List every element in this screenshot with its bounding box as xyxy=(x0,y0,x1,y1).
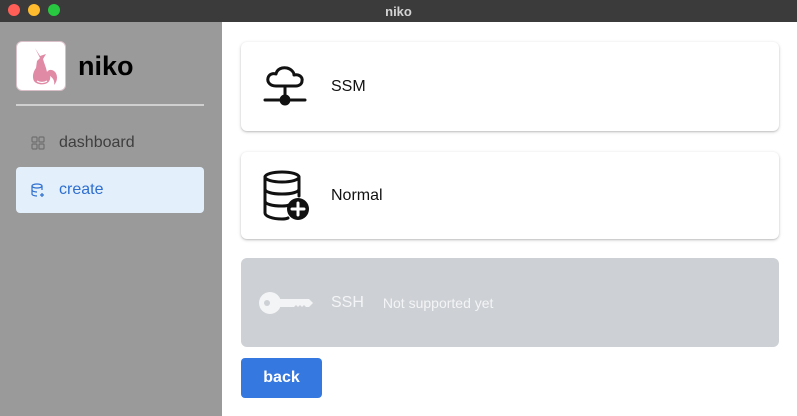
cloud-network-icon xyxy=(259,59,315,115)
grid-icon xyxy=(30,135,46,151)
minimize-window-button[interactable] xyxy=(28,4,40,16)
fox-logo-icon xyxy=(16,41,66,91)
option-card-normal[interactable]: Normal xyxy=(241,152,779,239)
brand-name: niko xyxy=(78,50,134,81)
option-card-ssh: SSH Not supported yet xyxy=(241,258,779,347)
sidebar-item-label: create xyxy=(59,181,104,198)
brand: niko xyxy=(16,41,134,91)
database-plus-icon xyxy=(259,168,315,224)
window-controls xyxy=(8,4,60,16)
key-icon xyxy=(259,275,315,331)
sidebar-item-dashboard[interactable]: dashboard xyxy=(16,120,204,166)
sidebar-item-label: dashboard xyxy=(59,134,135,151)
option-card-ssm[interactable]: SSM xyxy=(241,42,779,131)
option-note-ssh: Not supported yet xyxy=(382,294,494,311)
close-window-button[interactable] xyxy=(8,4,20,16)
back-button[interactable]: back xyxy=(241,358,322,398)
database-add-icon xyxy=(30,182,46,198)
window-title: niko xyxy=(385,3,412,19)
option-label-ssm: SSM xyxy=(331,77,366,95)
sidebar: niko dashboard create xyxy=(0,22,222,416)
brand-divider xyxy=(16,104,204,106)
option-label-ssh: SSH xyxy=(331,293,364,311)
main-content: SSM Normal SSH Not supported yet back xyxy=(222,22,797,416)
sidebar-item-create[interactable]: create xyxy=(16,167,204,213)
title-bar: niko xyxy=(0,0,797,22)
option-label-normal: Normal xyxy=(331,186,383,204)
maximize-window-button[interactable] xyxy=(48,4,60,16)
